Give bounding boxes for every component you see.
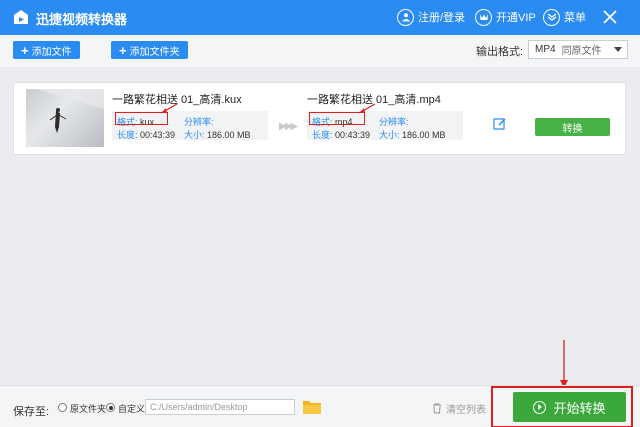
close-icon[interactable] <box>601 8 619 26</box>
file-item: 一路繁花相送 01_高清.kux 格式: kux 分辨率: 长度: 00:43:… <box>13 82 626 155</box>
app-logo-icon <box>14 10 28 24</box>
play-icon <box>533 400 547 414</box>
radio-custom-folder[interactable] <box>106 403 115 412</box>
toolbar: + 添加文件 + 添加文件夹 输出格式: MP4 同原文件 <box>0 35 640 67</box>
original-folder-label: 原文件夹 <box>70 404 107 414</box>
target-duration: 00:43:39 <box>335 130 371 140</box>
output-format-label: 输出格式: <box>476 46 524 58</box>
vip-button[interactable]: 开通VIP <box>475 7 536 27</box>
login-button[interactable]: 注册/登录 <box>397 7 465 27</box>
format-sub: 同原文件 <box>561 46 602 57</box>
plus-icon: + <box>21 42 29 58</box>
start-convert-button[interactable]: 开始转换 <box>513 392 626 422</box>
folder-icon[interactable] <box>302 398 322 415</box>
plus-icon: + <box>119 42 127 58</box>
edit-icon[interactable] <box>493 117 507 131</box>
menu-button[interactable]: 菜单 <box>543 7 586 27</box>
bottom-bar: 保存至: 原文件夹 自定义 清空列表 开始转换 <box>0 385 640 427</box>
add-folder-label: 添加文件夹 <box>129 46 180 58</box>
size-label: 大小: <box>379 130 400 140</box>
convert-button[interactable]: 转换 <box>535 118 610 136</box>
resolution-label: 分辨率: <box>379 117 409 127</box>
user-icon <box>397 8 414 26</box>
login-label: 注册/登录 <box>418 12 466 24</box>
duration-label: 长度: <box>312 130 333 140</box>
save-to-label: 保存至: <box>13 406 50 418</box>
trash-icon <box>433 403 441 414</box>
output-format-select[interactable]: MP4 同原文件 <box>528 40 628 59</box>
target-size: 186.00 MB <box>402 130 446 140</box>
menu-icon <box>543 8 560 26</box>
annotation-arrow <box>161 103 178 113</box>
clear-list-button[interactable]: 清空列表 <box>432 401 486 416</box>
radio-original-folder[interactable] <box>58 403 67 412</box>
annotation-arrow <box>560 340 568 388</box>
app-title: 迅捷视频转换器 <box>36 12 128 27</box>
convert-arrow-icon: ▶▶▶ <box>279 121 298 132</box>
annotation-arrow <box>359 103 376 113</box>
custom-folder-label: 自定义 <box>118 404 146 414</box>
add-file-button[interactable]: + 添加文件 <box>13 41 80 59</box>
size-label: 大小: <box>184 130 205 140</box>
start-convert-label: 开始转换 <box>553 400 606 416</box>
vip-icon <box>475 8 492 26</box>
format-value: MP4 <box>535 44 556 55</box>
resolution-label: 分辨率: <box>184 117 214 127</box>
add-folder-button[interactable]: + 添加文件夹 <box>111 41 188 59</box>
source-size: 186.00 MB <box>207 130 251 140</box>
duration-label: 长度: <box>117 130 138 140</box>
source-duration: 00:43:39 <box>140 130 176 140</box>
add-file-label: 添加文件 <box>31 46 72 58</box>
title-bar: 迅捷视频转换器 注册/登录 开通VIP 菜单 <box>0 0 640 35</box>
chevron-down-icon <box>614 47 622 52</box>
menu-label: 菜单 <box>564 12 586 24</box>
video-thumbnail <box>26 89 104 147</box>
file-list: 一路繁花相送 01_高清.kux 格式: kux 分辨率: 长度: 00:43:… <box>0 67 640 385</box>
save-path-input[interactable] <box>145 399 295 415</box>
clear-list-label: 清空列表 <box>446 405 486 416</box>
vip-label: 开通VIP <box>496 12 536 24</box>
